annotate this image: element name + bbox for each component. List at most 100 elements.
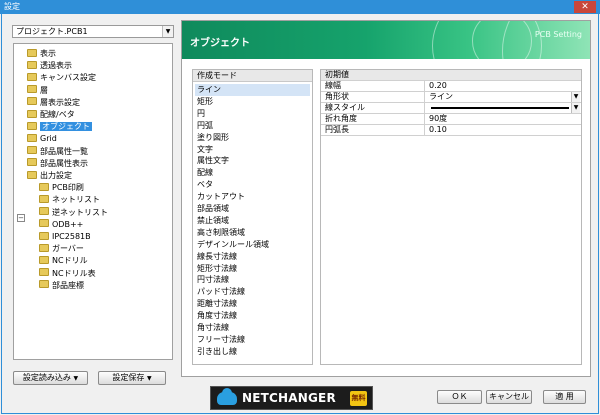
close-button[interactable]: ✕ xyxy=(574,1,596,13)
creation-mode-item[interactable]: ベタ xyxy=(195,179,310,191)
ok-button[interactable]: ＯＫ xyxy=(437,390,482,404)
tree-item[interactable]: NCドリル xyxy=(39,255,88,267)
property-key: 線スタイル xyxy=(323,103,425,113)
tree-item[interactable]: 層 xyxy=(27,85,48,97)
property-value[interactable]: 90度 xyxy=(427,114,581,124)
chevron-down-icon[interactable]: ▼ xyxy=(162,26,173,37)
chevron-down-icon[interactable]: ▼ xyxy=(571,92,580,102)
property-row[interactable]: 角形状 ライン ▼ xyxy=(321,92,581,103)
save-settings-button[interactable]: 設定保存 ▼ xyxy=(98,371,166,385)
property-value-text: 0.10 xyxy=(429,125,447,134)
folder-icon xyxy=(27,133,37,142)
tree-item[interactable]: 層表示設定 xyxy=(27,97,80,109)
tree-item-label: 層 xyxy=(40,85,48,95)
creation-mode-list[interactable]: 作成モード ライン 矩形円円弧 塗り図形 文字 属性文字 配線 ベタ カットアウト 部品領域 禁止… xyxy=(192,69,313,365)
creation-mode-item[interactable]: 塗り図形 xyxy=(195,132,310,144)
property-value[interactable]: ライン ▼ xyxy=(427,92,581,102)
cancel-button[interactable]: キャンセル xyxy=(486,390,532,404)
collapse-icon[interactable]: − xyxy=(17,214,25,222)
creation-mode-item[interactable]: 禁止領域 xyxy=(195,215,310,227)
folder-icon xyxy=(27,48,37,57)
creation-mode-item[interactable]: カットアウト xyxy=(195,191,310,203)
creation-mode-item[interactable]: パッド寸法線 xyxy=(195,286,310,298)
tree-item[interactable]: 配線/ベタ xyxy=(27,109,75,121)
project-select[interactable]: プロジェクト.PCB1 ▼ xyxy=(12,25,174,38)
tree-item[interactable]: IPC2581B xyxy=(39,231,91,243)
tree-item-label: PCB印刷 xyxy=(52,183,84,193)
logo-name: NETCHANGER xyxy=(242,391,336,405)
tree-item-label: 配線/ベタ xyxy=(40,110,75,119)
property-header-row: 初期値 xyxy=(321,70,581,81)
property-key: 折れ角度 xyxy=(323,114,425,124)
folder-icon xyxy=(27,60,37,69)
tree-item[interactable]: キャンバス設定 xyxy=(27,72,96,84)
creation-mode-item[interactable]: フリー寸法線 xyxy=(195,334,310,346)
creation-mode-item[interactable]: 矩形 xyxy=(195,96,310,108)
creation-mode-item[interactable]: 円寸法線 xyxy=(195,274,310,286)
folder-icon xyxy=(27,146,37,155)
folder-icon xyxy=(39,280,49,289)
creation-mode-item[interactable]: 矩形寸法線 xyxy=(195,263,310,275)
tree-item-label: NCドリル xyxy=(52,256,88,266)
folder-icon xyxy=(39,194,49,203)
tree-item-label: 部品属性一覧 xyxy=(40,146,88,156)
load-settings-button[interactable]: 設定読み込み ▼ xyxy=(13,371,88,385)
creation-mode-item[interactable]: 円弧 xyxy=(195,120,310,132)
tree-item[interactable]: 透過表示 xyxy=(27,60,72,72)
property-row[interactable]: 折れ角度 90度 xyxy=(321,114,581,125)
property-row[interactable]: 線幅 0.20 xyxy=(321,81,581,92)
property-grid[interactable]: 初期値 線幅 0.20 角形状 ライン ▼ 線スタイル ▼ 折れ角度 90度 円弧長 0.10 xyxy=(320,69,582,365)
creation-mode-item[interactable]: デザインルール領域 xyxy=(195,239,310,251)
tree-item[interactable]: ODB++ xyxy=(39,219,83,231)
tree-item[interactable]: ネットリスト xyxy=(39,194,100,206)
tree-item[interactable]: 部品属性表示 xyxy=(27,158,88,170)
chevron-down-icon[interactable]: ▼ xyxy=(571,103,580,113)
window-titlebar: 設定 ✕ xyxy=(0,0,600,14)
line-style-sample xyxy=(431,107,569,109)
folder-icon xyxy=(27,85,37,94)
tree-item-label: IPC2581B xyxy=(52,232,91,241)
settings-tree[interactable]: − 表示 透過表示 キャンバス設定層層表示設定 配線/ベタ オブジェクト Grid 部品属性… xyxy=(13,43,173,360)
property-row[interactable]: 円弧長 0.10 xyxy=(321,125,581,136)
tree-item-label: 出力設定 xyxy=(40,171,72,180)
tree-item-label: 部品座標 xyxy=(52,280,84,290)
creation-mode-item[interactable]: 高さ制限領域 xyxy=(195,227,310,239)
cloud-icon xyxy=(217,388,237,405)
folder-icon xyxy=(27,121,37,130)
tree-item[interactable]: 部品座標 xyxy=(39,280,84,292)
tree-item[interactable]: Grid xyxy=(27,133,57,145)
tree-item[interactable]: NCドリル表 xyxy=(39,268,96,280)
creation-mode-item[interactable]: 部品領域 xyxy=(195,203,310,215)
tree-item[interactable]: ガーバー xyxy=(39,243,84,255)
property-row[interactable]: 線スタイル ▼ xyxy=(321,103,581,114)
creation-mode-item[interactable]: 属性文字 xyxy=(195,155,310,167)
creation-mode-item[interactable]: 文字 xyxy=(195,144,310,156)
chevron-down-icon: ▼ xyxy=(146,375,152,382)
tree-item-label: 透過表示 xyxy=(40,61,72,71)
creation-mode-item[interactable]: ライン xyxy=(195,84,310,96)
tree-item-label: 逆ネットリスト xyxy=(52,207,108,217)
tree-item[interactable]: オブジェクト xyxy=(27,121,92,133)
creation-mode-item[interactable]: 配線 xyxy=(195,167,310,179)
property-value[interactable]: 0.10 xyxy=(427,125,581,135)
creation-mode-item[interactable]: 引き出し線 xyxy=(195,346,310,358)
netchanger-logo[interactable]: NETCHANGER 無料 xyxy=(210,386,373,410)
tree-item[interactable]: 部品属性一覧 xyxy=(27,146,88,158)
folder-icon xyxy=(27,97,37,106)
property-value[interactable]: 0.20 xyxy=(427,81,581,91)
creation-mode-item[interactable]: 角寸法線 xyxy=(195,322,310,334)
creation-mode-item[interactable]: 線長寸法線 xyxy=(195,251,310,263)
creation-mode-item[interactable]: 距離寸法線 xyxy=(195,298,310,310)
load-settings-label: 設定読み込み xyxy=(22,373,71,382)
folder-icon xyxy=(27,72,37,81)
property-value[interactable]: ▼ xyxy=(427,103,581,113)
creation-mode-item[interactable]: 円 xyxy=(195,108,310,120)
folder-icon xyxy=(39,243,49,252)
tree-item[interactable]: 表示 xyxy=(27,48,56,60)
property-header: 初期値 xyxy=(323,70,581,80)
creation-mode-item[interactable]: 角度寸法線 xyxy=(195,310,310,322)
tree-item[interactable]: PCB印刷 xyxy=(39,182,84,194)
tree-item[interactable]: 出力設定 xyxy=(27,170,72,182)
tree-item[interactable]: 逆ネットリスト xyxy=(39,207,108,219)
apply-button[interactable]: 適 用 xyxy=(543,390,586,404)
